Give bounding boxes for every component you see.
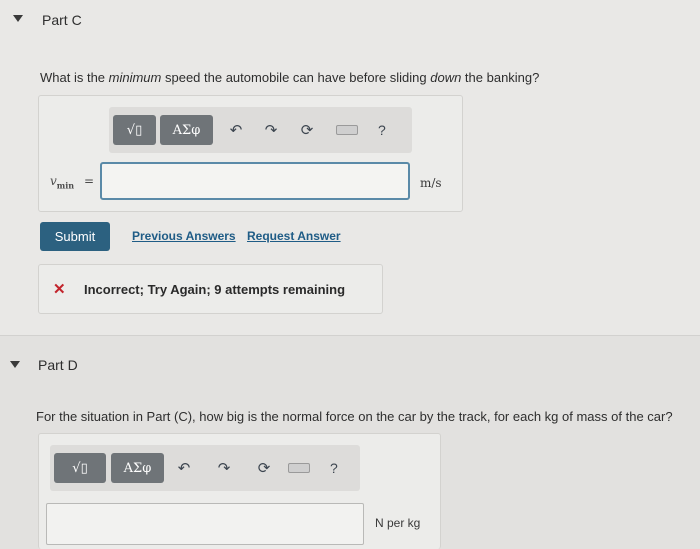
templates-button[interactable]: √▯ [54, 453, 106, 483]
reset-icon[interactable]: ⟳ [297, 120, 317, 140]
question-text: What is the [40, 70, 109, 85]
part-c-title: Part C [42, 12, 82, 28]
feedback-text: Incorrect; Try Again; 9 attempts remaini… [84, 282, 346, 297]
submit-button[interactable]: Submit [40, 222, 110, 251]
part-c-question: What is the minimum speed the automobile… [40, 70, 539, 85]
templates-icon: √▯ [126, 122, 143, 138]
vmin-answer-input[interactable] [100, 162, 410, 200]
help-icon[interactable]: ? [378, 122, 386, 138]
undo-icon[interactable]: ↶ [227, 120, 245, 140]
reset-icon[interactable]: ⟳ [254, 458, 274, 478]
previous-answers-link[interactable]: Previous Answers [132, 229, 236, 243]
collapse-caret-icon[interactable] [10, 361, 20, 368]
question-text: the banking? [461, 70, 540, 85]
redo-icon[interactable]: ↷ [262, 120, 280, 140]
part-d-question: For the situation in Part (C), how big i… [36, 409, 673, 424]
keyboard-icon[interactable] [336, 125, 358, 135]
unit-label: N per kg [375, 516, 421, 530]
section-divider [0, 335, 700, 336]
x-icon: ✕ [53, 281, 66, 298]
question-emphasis: minimum [108, 70, 162, 85]
greek-label: ΑΣφ [123, 460, 152, 476]
collapse-caret-icon[interactable] [13, 15, 23, 22]
variable-label: vmin = [50, 174, 94, 190]
normal-force-input[interactable] [46, 503, 364, 545]
undo-icon[interactable]: ↶ [175, 458, 193, 478]
equals-sign: = [83, 174, 94, 188]
variable-subscript: min [56, 180, 75, 191]
variable-symbol: v [50, 174, 57, 188]
keyboard-icon[interactable] [288, 463, 310, 473]
templates-button[interactable]: √▯ [113, 115, 156, 145]
unit-label: m/s [420, 176, 442, 190]
help-icon[interactable]: ? [330, 460, 338, 476]
greek-label: ΑΣφ [172, 122, 201, 138]
greek-symbols-button[interactable]: ΑΣφ [160, 115, 213, 145]
greek-symbols-button[interactable]: ΑΣφ [111, 453, 164, 483]
part-d-title: Part D [38, 357, 78, 373]
question-emphasis: down [430, 70, 462, 85]
redo-icon[interactable]: ↷ [215, 458, 233, 478]
templates-icon: √▯ [72, 460, 88, 476]
request-answer-link[interactable]: Request Answer [247, 229, 341, 243]
question-text: speed the automobile can have before sli… [161, 70, 431, 85]
